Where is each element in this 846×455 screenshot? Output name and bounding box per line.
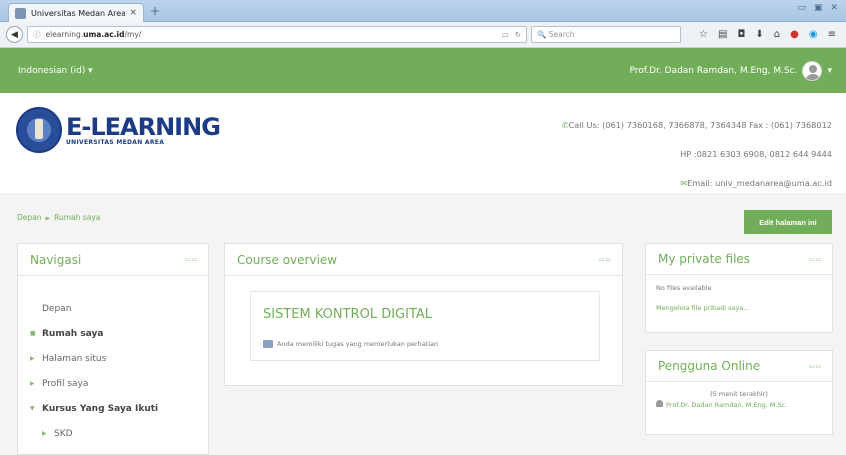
edit-page-button[interactable]: Edit halaman ini: [744, 210, 832, 234]
nav-item-profil-saya[interactable]: ▶ Profil saya: [30, 371, 196, 396]
university-seal-icon: [16, 107, 62, 153]
contact-email: Email: univ_medanarea@uma.ac.id: [687, 178, 832, 188]
page-content: Depan ► Rumah saya Edit halaman ini Naviga…: [0, 193, 846, 455]
reload-icon[interactable]: ↻: [515, 30, 521, 39]
bullet-icon: ■: [30, 330, 36, 337]
logo-title: E-LEARNING: [66, 112, 221, 141]
reader-view-icon[interactable]: ▭: [502, 30, 509, 39]
contact-phone: Call Us: (061) 7360168, 7366878, 7364348…: [568, 120, 832, 130]
online-users-block: Pengguna Online ▭▭ (5 menit terakhir) Pr…: [645, 350, 833, 435]
nav-item-kursus[interactable]: ▼ Kursus Yang Saya Ikuti: [30, 396, 196, 421]
nav-item-label: Profil saya: [42, 378, 89, 389]
online-user-name: Prof.Dr. Dadan Ramdan, M.Eng, M.Sc.: [666, 401, 788, 409]
close-window-icon[interactable]: ✕: [830, 3, 838, 13]
contact-hp: HP :0821 6303 6908, 0812 644 9444: [680, 149, 832, 159]
online-user-link[interactable]: Prof.Dr. Dadan Ramdan, M.Eng, M.Sc.: [646, 398, 832, 410]
user-menu[interactable]: Prof.Dr. Dadan Ramdan, M.Eng, M.Sc. ▾: [629, 60, 832, 81]
course-notice-text: Anda memiliki tugas yang memerlukan perh…: [277, 340, 439, 348]
url-path: /my/: [124, 30, 142, 39]
breadcrumb: Depan ► Rumah saya: [17, 213, 100, 222]
browser-tab[interactable]: Universitas Medan Area: R... ×: [8, 3, 144, 22]
maximize-icon[interactable]: ▣: [814, 3, 823, 13]
logo-subtitle: UNIVERSITAS MEDAN AREA: [66, 138, 165, 146]
course-overview-title: Course overview: [237, 252, 338, 267]
nav-item-label: Kursus Yang Saya Ikuti: [42, 403, 159, 414]
course-notice: Anda memiliki tugas yang memerlukan perh…: [263, 340, 438, 348]
user-icon: [656, 400, 663, 407]
block-controls-icon[interactable]: ▭▭: [809, 363, 822, 370]
nav-item-label: Rumah saya: [42, 328, 104, 339]
tab-strip: Universitas Medan Area: R... × + ▭ ▣ ✕: [0, 0, 846, 22]
course-name-link[interactable]: SISTEM KONTROL DIGITAL: [263, 307, 432, 322]
online-period: (5 menit terakhir): [710, 390, 768, 398]
course-overview-block: Course overview ▭▭ SISTEM KONTROL DIGITA…: [224, 243, 623, 386]
nav-item-halaman-situs[interactable]: ▶ Halaman situs: [30, 346, 196, 371]
avatar[interactable]: [802, 60, 823, 81]
minimize-icon[interactable]: ▭: [797, 3, 806, 13]
block-controls-icon[interactable]: ▭▭: [599, 256, 612, 263]
bookmarks-list-icon[interactable]: ▤: [718, 29, 727, 40]
language-menu[interactable]: Indonesian (id) ▾: [18, 66, 93, 76]
addon-icon[interactable]: ●: [790, 29, 799, 40]
contact-info: ✆Call Us: (061) 7360168, 7366878, 736434…: [562, 111, 832, 198]
tab-title: Universitas Medan Area: R...: [31, 8, 126, 18]
user-name[interactable]: Prof.Dr. Dadan Ramdan, M.Eng, M.Sc.: [629, 66, 797, 76]
new-tab-button[interactable]: +: [150, 4, 160, 18]
pocket-icon[interactable]: ◘: [737, 29, 745, 40]
url-host: uma.ac.id: [83, 30, 125, 39]
block-controls-icon[interactable]: ▭▭: [185, 256, 198, 263]
search-icon: 🔍: [537, 30, 549, 39]
skype-icon[interactable]: ◉: [809, 29, 818, 40]
breadcrumb-home[interactable]: Depan: [17, 213, 42, 222]
nav-item-rumah-saya[interactable]: ■ Rumah saya: [30, 321, 196, 346]
online-users-title: Pengguna Online: [658, 359, 761, 373]
user-menu-caret-icon[interactable]: ▾: [827, 66, 832, 76]
expand-arrow-icon: ▶: [30, 355, 35, 362]
site-logo[interactable]: E-LEARNING UNIVERSITAS MEDAN AREA: [16, 107, 221, 153]
navigation-block: Navigasi ▭▭ Depan ■ Rumah saya ▶ Halaman s…: [17, 243, 209, 455]
site-header: E-LEARNING UNIVERSITAS MEDAN AREA ✆Call …: [0, 93, 846, 193]
search-input[interactable]: 🔍 Search: [531, 26, 681, 43]
window-controls: ▭ ▣ ✕: [797, 3, 838, 13]
toolbar-icons: ☆ ▤ ◘ ⬇ ⌂ ● ◉ ≡: [699, 29, 840, 40]
menu-icon[interactable]: ≡: [828, 29, 836, 40]
nav-item-label: Depan: [42, 303, 72, 314]
download-icon[interactable]: ⬇: [755, 29, 763, 40]
private-files-title: My private files: [658, 252, 751, 266]
nav-item-depan[interactable]: Depan: [30, 296, 196, 321]
navigation-title: Navigasi: [30, 252, 82, 267]
nav-item-skd[interactable]: ▶ SKD: [30, 421, 196, 446]
breadcrumb-separator-icon: ►: [45, 215, 51, 222]
block-controls-icon[interactable]: ▭▭: [809, 256, 822, 263]
expand-arrow-icon: ▶: [42, 430, 47, 437]
nav-item-label: SKD: [54, 428, 73, 439]
expand-arrow-icon: ▶: [30, 380, 35, 387]
no-files-text: No files available: [656, 284, 712, 292]
nav-item-label: Halaman situs: [42, 353, 107, 364]
course-card: SISTEM KONTROL DIGITAL Anda memiliki tug…: [250, 291, 600, 361]
bookmark-star-icon[interactable]: ☆: [699, 29, 708, 40]
home-icon[interactable]: ⌂: [774, 29, 780, 40]
site-info-icon[interactable]: ⓘ: [33, 29, 41, 40]
address-bar[interactable]: ⓘ elearning. uma.ac.id/my/ ▭ ↻: [27, 26, 527, 43]
browser-toolbar: ◀ ⓘ elearning. uma.ac.id/my/ ▭ ↻ 🔍 Search…: [0, 22, 846, 48]
search-placeholder: Search: [548, 30, 575, 39]
assignment-icon: [263, 340, 273, 348]
site-topbar: Indonesian (id) ▾ Prof.Dr. Dadan Ramdan,…: [0, 48, 846, 93]
manage-files-link[interactable]: Mengelola file pribadi saya...: [646, 292, 832, 312]
private-files-block: My private files ▭▭ No files available M…: [645, 243, 833, 333]
favicon-icon: [15, 7, 26, 19]
phone-icon: ✆: [561, 120, 569, 130]
breadcrumb-current[interactable]: Rumah saya: [54, 213, 100, 222]
collapse-arrow-icon: ▼: [30, 405, 35, 412]
url-prefix: elearning.: [45, 30, 84, 39]
close-tab-icon[interactable]: ×: [129, 8, 137, 18]
browser-window: Universitas Medan Area: R... × + ▭ ▣ ✕ ◀…: [0, 0, 846, 455]
back-button[interactable]: ◀: [6, 26, 23, 43]
